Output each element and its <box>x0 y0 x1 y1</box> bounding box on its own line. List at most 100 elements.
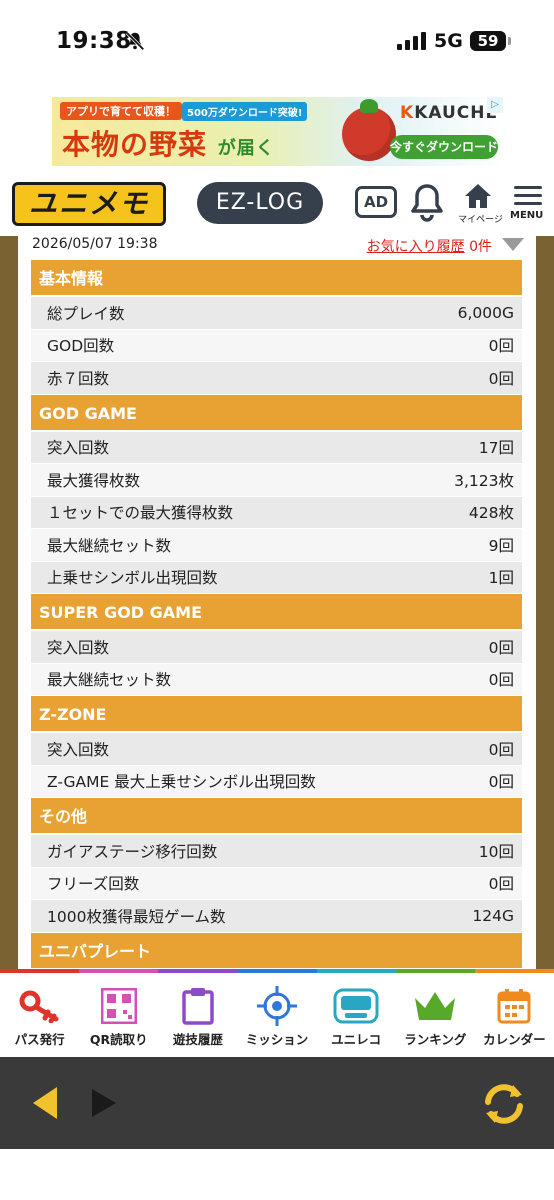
stat-label: 突入回数 <box>47 740 110 759</box>
tab-label: パス発行 <box>14 1032 65 1047</box>
section-header: その他 <box>31 798 522 835</box>
calendar-icon <box>475 987 554 1025</box>
stat-value: 9回 <box>488 536 514 555</box>
stat-row: Z-GAME 最大上乗せシンボル出現回数 0回 <box>31 765 522 798</box>
stat-label: 1000枚獲得最短ゲーム数 <box>47 907 226 926</box>
tab-label: ユニレコ <box>331 1032 382 1047</box>
site-logo[interactable]: ユニメモ <box>12 182 166 226</box>
tab-qr[interactable]: QR読取り <box>79 973 158 1057</box>
section-header: ユニバプレート <box>31 932 522 969</box>
stat-value: 17回 <box>478 439 514 458</box>
stat-value: 0回 <box>488 638 514 657</box>
tab-label: カレンダー <box>483 1032 546 1047</box>
site-header: ユニメモ EZ-LOG AD マイページ MENU <box>0 172 554 236</box>
stat-row: 総プレイ数 6,000G <box>31 297 522 330</box>
refresh-icon[interactable] <box>480 1081 528 1127</box>
meta-row: 2026/05/07 19:38 お気に入り履歴 0件 <box>18 236 536 260</box>
stat-row: 最大継続セット数 0回 <box>31 663 522 696</box>
stat-label: GOD回数 <box>47 337 115 356</box>
mypage-button[interactable]: マイページ <box>458 182 503 230</box>
qr-icon <box>79 987 158 1025</box>
stat-label: 最大獲得枚数 <box>47 471 141 490</box>
forward-arrow-icon[interactable] <box>90 1087 118 1119</box>
stat-row: 最大獲得枚数 3,123枚 <box>31 464 522 497</box>
home-icon <box>465 184 491 208</box>
battery-tip <box>508 37 511 45</box>
stat-row: 上乗せシンボル出現回数 1回 <box>31 561 522 594</box>
ad-headline: 本物の野菜 が届く <box>62 128 275 161</box>
section-header: 基本情報 <box>31 260 522 297</box>
stat-label: 突入回数 <box>47 439 110 458</box>
section-header: SUPER GOD GAME <box>31 594 522 631</box>
status-bar: 19:38 5G 59 <box>0 0 554 86</box>
stat-label: 総プレイ数 <box>47 304 125 323</box>
tab-crown[interactable]: ランキング <box>396 973 475 1057</box>
data-panel: 2026/05/07 19:38 お気に入り履歴 0件 基本情報総プレイ数 6,0… <box>18 236 536 969</box>
stat-label: 赤７回数 <box>47 369 110 388</box>
stat-row: 突入回数 17回 <box>31 431 522 464</box>
stat-value: 6,000G <box>457 303 514 322</box>
stat-value: 1回 <box>488 569 514 588</box>
stat-value: 428枚 <box>468 504 514 523</box>
tab-clipboard[interactable]: 遊技履歴 <box>158 973 237 1057</box>
back-arrow-icon[interactable] <box>30 1085 60 1121</box>
home-indicator-area <box>0 1149 554 1200</box>
ad-tag-downloads: 500万ダウンロード突破! <box>182 102 308 121</box>
stat-value: 0回 <box>488 773 514 792</box>
stat-label: Z-GAME 最大上乗せシンボル出現回数 <box>47 773 316 792</box>
menu-label: MENU <box>510 210 544 221</box>
chevron-down-icon[interactable] <box>502 238 524 251</box>
tomato-mascot-icon <box>342 99 396 161</box>
favorites-history: お気に入り履歴 0件 <box>367 236 492 256</box>
stat-value: 0回 <box>488 337 514 356</box>
ad-download-button[interactable]: 今すぐダウンロード <box>390 135 498 159</box>
tab-unireco[interactable]: ユニレコ <box>317 973 396 1057</box>
stat-row: 最大継続セット数 9回 <box>31 529 522 562</box>
menu-button[interactable]: MENU <box>510 186 544 232</box>
favorites-history-link[interactable]: お気に入り履歴 <box>367 239 465 255</box>
tab-label: ランキング <box>404 1032 467 1047</box>
ad-banner[interactable]: アプリで育てて収穫！ 500万ダウンロード突破! 本物の野菜 が届く KKAUC… <box>52 97 503 166</box>
tab-target[interactable]: ミッション <box>237 973 316 1057</box>
stat-value: 3,123枚 <box>454 471 514 490</box>
stat-row: １セットでの最大獲得枚数 428枚 <box>31 496 522 529</box>
stats-sections: 基本情報 総プレイ数 6,000G GOD回数 0回 赤７回数 0回 GOD GAME 突入回数… <box>18 260 536 969</box>
unireco-icon <box>317 987 396 1025</box>
stat-value: 0回 <box>488 740 514 759</box>
ad-brand: KKAUCHE <box>400 103 499 123</box>
tab-calendar[interactable]: カレンダー <box>475 973 554 1057</box>
stat-row: 突入回数 0回 <box>31 631 522 664</box>
stat-label: 最大継続セット数 <box>47 536 172 555</box>
stat-label: 突入回数 <box>47 638 110 657</box>
ezlog-button[interactable]: EZ-LOG <box>197 182 323 224</box>
notification-bell-icon[interactable] <box>410 182 444 222</box>
ad-button[interactable]: AD <box>355 186 397 218</box>
key-icon <box>0 987 79 1025</box>
network-type: 5G <box>434 30 463 52</box>
stat-label: フリーズ回数 <box>47 875 140 894</box>
favorites-count: 0件 <box>469 239 492 255</box>
stat-label: １セットでの最大獲得枚数 <box>47 504 234 523</box>
stat-label: 最大継続セット数 <box>47 671 172 690</box>
ad-choices-icon[interactable]: ▷ <box>487 97 503 113</box>
stat-value: 0回 <box>488 671 514 690</box>
stat-value: 124G <box>472 906 514 925</box>
battery-icon: 59 <box>470 31 506 51</box>
stat-label: 上乗せシンボル出現回数 <box>47 569 218 588</box>
bell-off-icon <box>125 31 145 51</box>
stat-row: GOD回数 0回 <box>31 329 522 362</box>
tab-key[interactable]: パス発行 <box>0 973 79 1057</box>
tab-label: 遊技履歴 <box>172 1032 223 1047</box>
status-time: 19:38 <box>56 28 132 54</box>
tab-label: ミッション <box>245 1032 309 1047</box>
section-header: GOD GAME <box>31 394 522 432</box>
bottom-tab-bar: パス発行 QR読取り 遊技履歴 ミッション ユニレコ ランキング カレンダー <box>0 969 554 1057</box>
stat-row: ガイアステージ移行回数 10回 <box>31 835 522 868</box>
crown-icon <box>396 987 475 1025</box>
tab-label: QR読取り <box>89 1032 148 1047</box>
record-date: 2026/05/07 19:38 <box>32 236 158 252</box>
stat-row: 赤７回数 0回 <box>31 362 522 395</box>
stat-row: 突入回数 0回 <box>31 733 522 766</box>
ad-tag: アプリで育てて収穫！ <box>60 102 182 120</box>
section-header: Z-ZONE <box>31 696 522 733</box>
